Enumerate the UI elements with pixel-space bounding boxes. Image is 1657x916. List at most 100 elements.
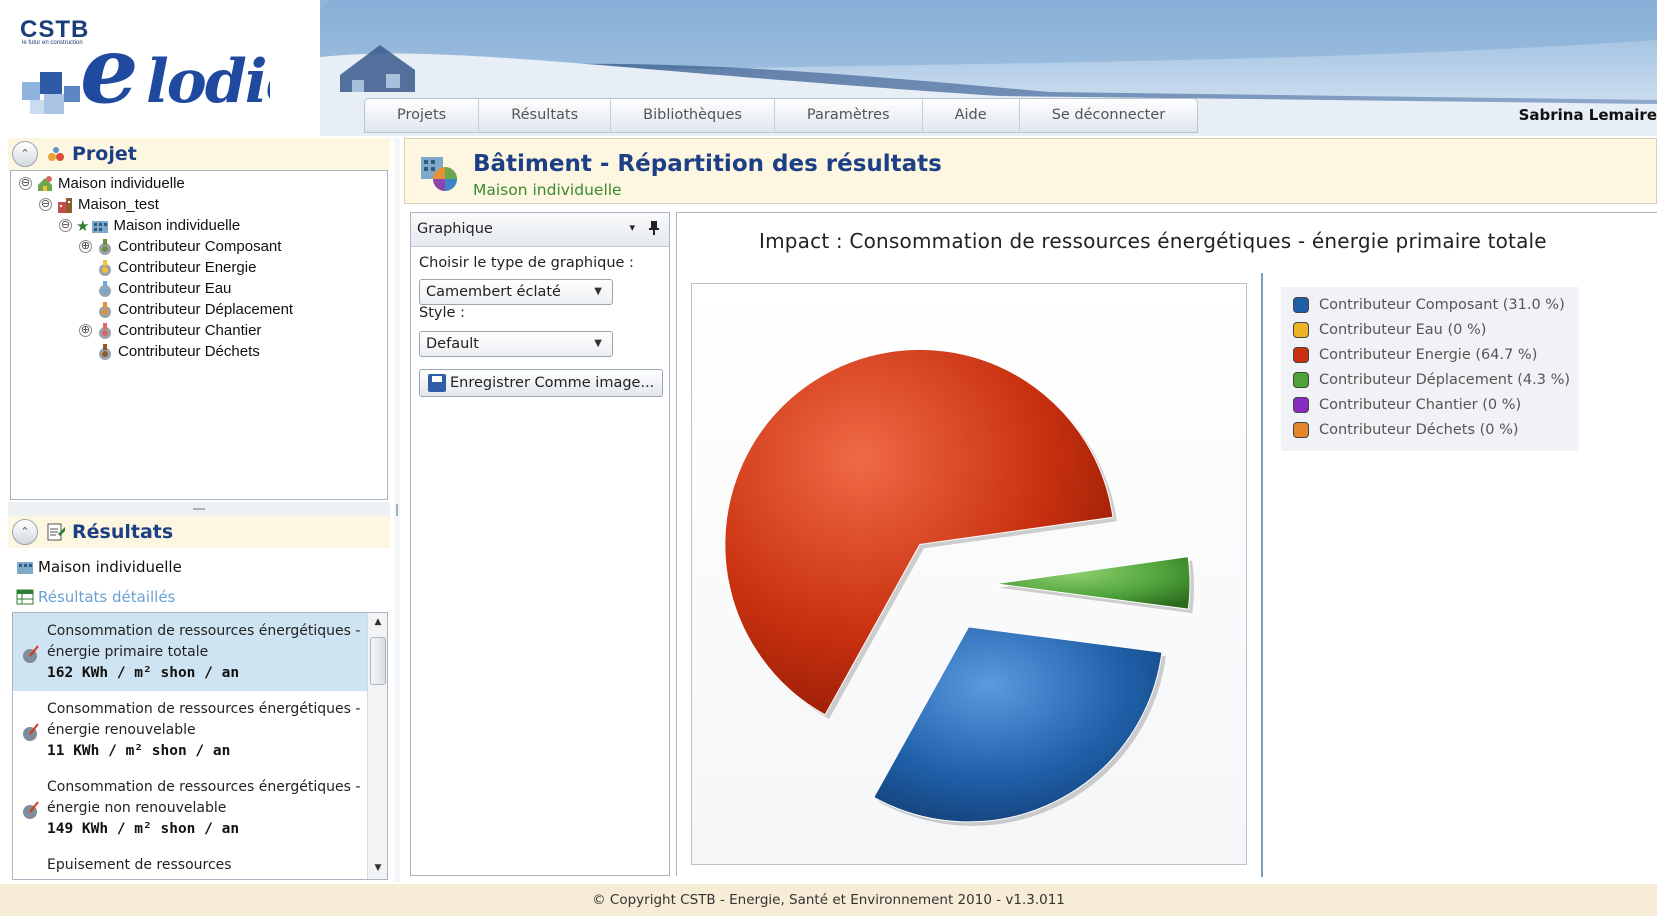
tree-item-label: Contributeur Déchets <box>118 343 260 360</box>
pie-slice-contributeur-déplacement[interactable] <box>994 556 1191 610</box>
dropdown-arrow-icon: ▼ <box>594 286 602 297</box>
legend-item: Contributeur Déplacement (4.3 %) <box>1293 370 1570 390</box>
list-item[interactable]: Consommation de ressources énergétiques … <box>13 613 367 691</box>
style-value: Default <box>426 336 479 352</box>
chevron-down-icon[interactable]: ▾ <box>629 221 635 234</box>
legend-swatch <box>1293 422 1309 438</box>
contributor-chantier-icon <box>99 322 111 339</box>
contributor-eau-icon <box>99 280 111 297</box>
list-item[interactable]: Consommation de ressources énergétiques … <box>13 691 367 769</box>
legend-label: Contributeur Chantier (0 %) <box>1319 397 1522 413</box>
results-doc-icon <box>47 523 65 541</box>
scroll-thumb[interactable] <box>370 637 386 685</box>
result-title: Consommation de ressources énergétiques … <box>47 623 361 660</box>
nav-tab-parametres[interactable]: Paramètres <box>775 99 923 132</box>
collapse-resultats-button[interactable]: ⌃ <box>12 519 38 545</box>
page-title: Bâtiment - Répartition des résultats <box>473 151 942 177</box>
user-name: Sabrina Lemaire <box>1518 106 1657 124</box>
nav-tab-aide[interactable]: Aide <box>923 99 1020 132</box>
tree-item-maison-individuelle-root[interactable]: ⊖ Maison individuelle <box>19 173 185 194</box>
resultats-panel: ⌃ Résultats Maison individuelle Résultat… <box>8 516 390 882</box>
save-as-image-button[interactable]: Enregistrer Comme image... <box>419 369 663 397</box>
resultats-panel-title: Résultats <box>72 521 174 543</box>
legend-swatch <box>1293 372 1309 388</box>
elodie-logo: e lodié <box>80 16 304 133</box>
tree-item-maison-individuelle[interactable]: ⊖ ★ Maison individuelle <box>59 215 240 236</box>
project-dots-icon <box>48 147 64 161</box>
nav-tab-resultats[interactable]: Résultats <box>479 99 612 132</box>
tree-item-label: Contributeur Eau <box>118 280 232 297</box>
gauge-icon <box>23 801 39 819</box>
tree-item-maison-test[interactable]: ⊖ Maison_test <box>39 194 159 215</box>
result-title: Consommation de ressources énergétiques … <box>47 701 361 738</box>
svg-text:lodié: lodié <box>146 47 270 117</box>
resultats-panel-header: ⌃ Résultats <box>8 516 390 548</box>
house-block-icon <box>92 220 109 233</box>
tree-item-contributeur-energie[interactable]: Contributeur Energie <box>96 257 256 278</box>
tree-item-label: Maison individuelle <box>58 175 185 192</box>
results-detail-link[interactable]: Résultats détaillés <box>16 586 175 608</box>
left-panels-splitter[interactable] <box>8 502 390 516</box>
tree-toggle-icon[interactable]: ⊕ <box>79 324 92 337</box>
results-scrollbar[interactable]: ▲ ▼ <box>367 613 387 879</box>
tree-toggle-icon[interactable]: ⊖ <box>59 219 72 232</box>
svg-text:e: e <box>80 24 137 120</box>
tree-toggle-icon[interactable]: ⊖ <box>39 198 52 211</box>
legend-swatch <box>1293 322 1309 338</box>
chart-type-label: Choisir le type de graphique : <box>419 255 634 271</box>
tree-item-contributeur-chantier[interactable]: ⊕ Contributeur Chantier <box>79 320 261 341</box>
gauge-icon <box>23 723 39 741</box>
tree-item-contributeur-deplacement[interactable]: Contributeur Déplacement <box>96 299 293 320</box>
legend-item: Contributeur Energie (64.7 %) <box>1293 345 1537 365</box>
pie-slice-contributeur-composant[interactable] <box>873 626 1163 823</box>
style-label: Style : <box>419 305 465 321</box>
contributor-dechets-icon <box>99 343 111 360</box>
pie-slices <box>724 348 1194 826</box>
copyright-footer: © Copyright CSTB - Energie, Santé et Env… <box>0 884 1657 916</box>
table-icon <box>16 589 34 605</box>
results-maison-item[interactable]: Maison individuelle <box>16 556 182 578</box>
page-subtitle: Maison individuelle <box>473 181 622 199</box>
results-list[interactable]: Consommation de ressources énergétiques … <box>12 612 388 880</box>
contributor-deplacement-icon <box>99 301 111 318</box>
scroll-down-icon[interactable]: ▼ <box>372 863 384 875</box>
contributor-energie-icon <box>99 259 111 276</box>
gauge-icon <box>23 645 39 663</box>
result-value: 149 KWh / m² shon / an <box>47 821 240 837</box>
main-vertical-splitter[interactable] <box>394 138 400 882</box>
star-icon: ★ <box>76 217 90 235</box>
chart-type-select[interactable]: Camembert éclaté ▼ <box>419 279 613 305</box>
pin-icon[interactable] <box>649 221 659 238</box>
legend-label: Contributeur Déchets (0 %) <box>1319 422 1519 438</box>
tree-item-contributeur-eau[interactable]: Contributeur Eau <box>96 278 231 299</box>
legend-item: Contributeur Eau (0 %) <box>1293 320 1486 340</box>
floppy-disk-icon <box>428 374 446 392</box>
chart-title: Impact : Consommation de ressources éner… <box>759 229 1547 253</box>
nav-tab-logout[interactable]: Se déconnecter <box>1020 99 1198 132</box>
tree-item-contributeur-dechets[interactable]: Contributeur Déchets <box>96 341 260 362</box>
splitter-grip <box>193 508 205 510</box>
tree-item-label: Contributeur Déplacement <box>118 301 294 318</box>
scroll-up-icon[interactable]: ▲ <box>372 617 384 629</box>
tree-item-label: Maison_test <box>78 196 159 213</box>
result-value: 11 KWh / m² shon / an <box>47 743 231 759</box>
tree-item-contributeur-composant[interactable]: ⊕ Contributeur Composant <box>79 236 281 257</box>
tree-toggle-icon[interactable]: ⊕ <box>79 240 92 253</box>
list-item[interactable]: Epuisement de ressources <box>13 847 367 879</box>
logo-area: CSTB le futur en construction e lodié <box>0 0 320 136</box>
cstb-tagline: le futur en construction <box>22 40 83 46</box>
collapse-projet-button[interactable]: ⌃ <box>12 141 38 167</box>
tree-item-label: Contributeur Energie <box>118 259 257 276</box>
list-item[interactable]: Consommation de ressources énergétiques … <box>13 769 367 847</box>
nav-tab-projets[interactable]: Projets <box>365 99 480 132</box>
legend-item: Contributeur Déchets (0 %) <box>1293 420 1519 440</box>
style-select[interactable]: Default ▼ <box>419 331 613 357</box>
app-header: CSTB le futur en construction e lodié Pr… <box>0 0 1657 136</box>
legend-swatch <box>1293 297 1309 313</box>
nav-tab-bibliotheques[interactable]: Bibliothèques <box>611 99 775 132</box>
legend-swatch <box>1293 397 1309 413</box>
legend-swatch <box>1293 347 1309 363</box>
tree-item-label: Contributeur Composant <box>118 238 282 255</box>
tree-toggle-icon[interactable]: ⊖ <box>19 177 32 190</box>
legend-item: Contributeur Composant (31.0 %) <box>1293 295 1565 315</box>
